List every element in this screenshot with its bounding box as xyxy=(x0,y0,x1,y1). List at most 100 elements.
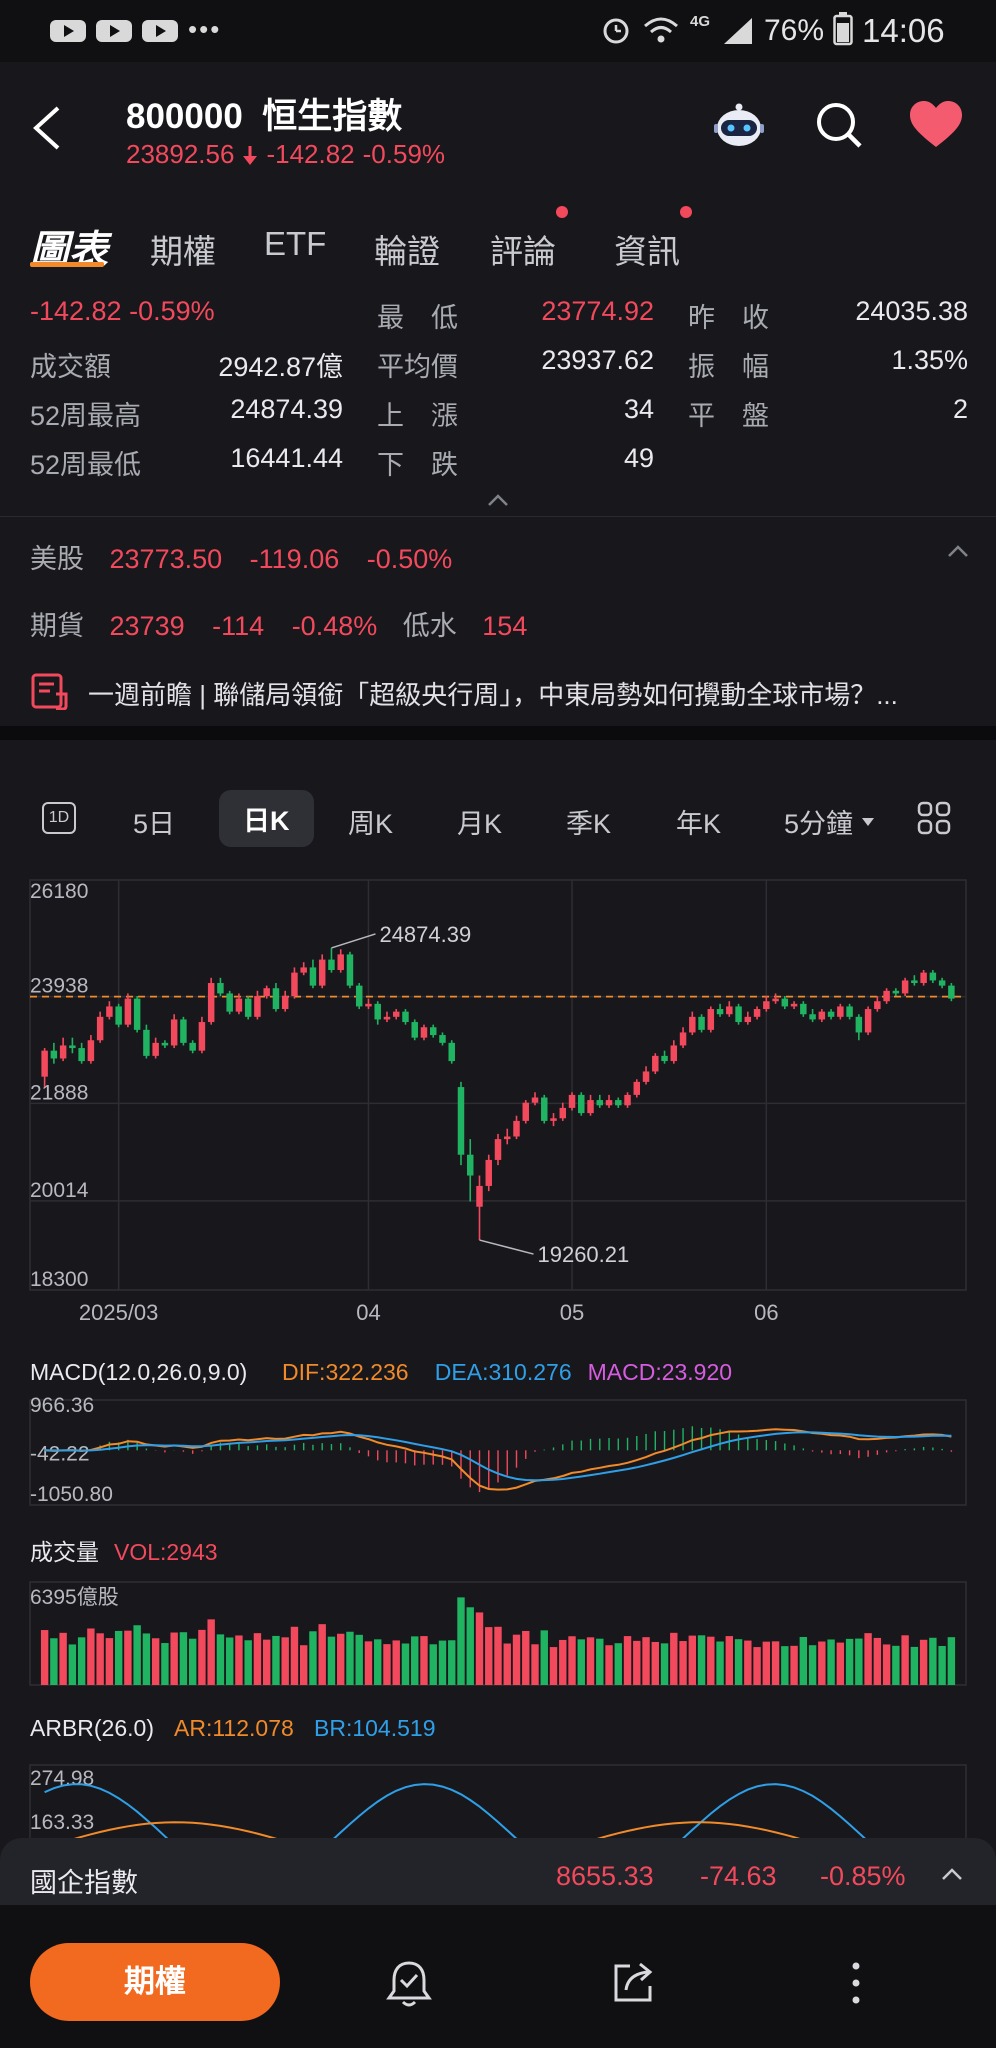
expand-chevron-icon[interactable] xyxy=(946,543,970,559)
search-icon[interactable] xyxy=(814,100,864,150)
options-button[interactable]: 期權 xyxy=(30,1943,280,2021)
candle-body xyxy=(152,1042,159,1056)
signal-icon xyxy=(724,18,752,44)
chart-panel[interactable]: 26180 23938 21888 20014 18300 2025/03 04 05 06 24… xyxy=(0,860,996,1905)
candle-body xyxy=(476,1185,483,1207)
volume-bar xyxy=(355,1634,363,1685)
y-tick-label: 6395億股 xyxy=(30,1586,119,1609)
index-bar-chevron-icon[interactable] xyxy=(940,1866,964,1882)
volume-bar xyxy=(337,1633,345,1685)
collapse-chevron-icon[interactable] xyxy=(486,492,510,508)
volume-bar xyxy=(448,1640,456,1685)
volume-bar xyxy=(179,1632,188,1685)
quote-change: -142.82 -0.59% xyxy=(30,296,215,326)
favorite-heart-icon[interactable] xyxy=(908,100,964,150)
tab-news[interactable]: 資訊 xyxy=(614,225,680,273)
tab-etf[interactable]: ETF xyxy=(264,225,326,263)
us-stock-row[interactable]: 美股 23773.50 -119.06 -0.50% xyxy=(30,537,452,576)
candle-body xyxy=(402,1011,409,1023)
candle-body xyxy=(328,959,335,971)
candle-body xyxy=(78,1048,85,1062)
candle-body xyxy=(467,1154,474,1176)
volume-bar xyxy=(744,1640,752,1685)
wifi-icon xyxy=(644,17,678,43)
volume-bar xyxy=(170,1632,178,1685)
volume-bar xyxy=(549,1647,558,1685)
candle-body xyxy=(337,954,344,971)
candle-body xyxy=(661,1055,668,1062)
index-bar-name: 國企指數 xyxy=(30,1868,138,1898)
volume-bar xyxy=(318,1624,326,1685)
period-1d[interactable]: 1D xyxy=(42,802,76,834)
more-options-icon[interactable] xyxy=(846,1958,866,2008)
volume-bar xyxy=(716,1641,724,1685)
volume-bar xyxy=(892,1645,900,1685)
volume-bar xyxy=(781,1646,789,1685)
volume-bar xyxy=(346,1631,354,1685)
candle-body xyxy=(578,1094,585,1114)
tab-options[interactable]: 期權 xyxy=(150,225,216,273)
volume-bar xyxy=(559,1639,567,1685)
volume-bar xyxy=(438,1640,447,1685)
quote-low-label: 最 低 xyxy=(377,303,458,333)
quote-label: 上 漲 xyxy=(377,401,458,431)
volume-bar xyxy=(392,1640,400,1685)
candle-body xyxy=(531,1097,539,1103)
candle-body xyxy=(716,1009,724,1015)
arbr-title: ARBR(26.0) xyxy=(30,1715,154,1741)
candle-body xyxy=(744,1016,752,1023)
candle-body xyxy=(180,1019,187,1043)
candle-body xyxy=(383,1016,391,1020)
news-headline[interactable]: 一週前瞻 | 聯儲局領銜「超級央行周」，中東局勢如何攪動全球市場？... xyxy=(88,675,968,712)
quote-label: 平均價 xyxy=(377,352,458,382)
period-yearly-k[interactable]: 年K xyxy=(676,802,721,841)
candle-body xyxy=(300,967,307,973)
volume-bar xyxy=(882,1644,891,1685)
candle-body xyxy=(291,972,298,997)
volume-bar xyxy=(253,1633,262,1685)
volume-bar xyxy=(475,1612,484,1685)
robot-assistant-icon[interactable] xyxy=(712,100,766,150)
x-tick-label: 05 xyxy=(560,1300,584,1325)
volume-bar xyxy=(679,1641,687,1685)
candle-body xyxy=(207,983,215,1023)
volume-bar xyxy=(50,1638,58,1685)
futures-label: 期貨 xyxy=(30,611,84,641)
us-stock-change: -119.06 xyxy=(249,544,340,574)
period-weekly-k[interactable]: 周K xyxy=(348,802,393,841)
futures-row[interactable]: 期貨 23739 -114 -0.48% 低水 154 xyxy=(30,604,527,643)
volume-bar xyxy=(59,1632,67,1685)
grid-layout-icon[interactable] xyxy=(916,800,952,836)
period-5day[interactable]: 5日 xyxy=(133,802,175,841)
futures-change: -114 xyxy=(212,611,265,641)
volume-bar xyxy=(68,1644,77,1685)
back-icon[interactable] xyxy=(28,104,64,152)
volume-bar xyxy=(947,1637,956,1685)
quote-value: 16441.44 xyxy=(230,443,343,473)
tab-warrants[interactable]: 輪證 xyxy=(374,225,440,273)
period-5min-dropdown[interactable]: 5分鐘 xyxy=(784,802,875,841)
candle-body xyxy=(429,1027,437,1036)
volume-bar xyxy=(688,1635,697,1685)
tab-comments[interactable]: 評論 xyxy=(490,225,556,273)
volume-bar xyxy=(808,1645,817,1685)
stock-code: 800000 xyxy=(126,97,243,136)
share-icon[interactable] xyxy=(610,1958,656,2006)
period-daily-k[interactable]: 日K xyxy=(219,790,314,847)
candle-body xyxy=(411,1022,418,1038)
divider xyxy=(0,516,996,517)
quote-value: 34 xyxy=(623,394,654,424)
price-alert-bell-icon[interactable] xyxy=(384,1958,434,2010)
status-bar: ••• 4G 76% 14:06 xyxy=(0,0,996,62)
macd-legend: MACD:23.920 xyxy=(588,1359,732,1385)
volume-bar xyxy=(235,1635,243,1685)
candle-body xyxy=(827,1011,835,1017)
quote-label: 振 幅 xyxy=(688,352,769,382)
volume-bar xyxy=(383,1644,391,1685)
volume-bar xyxy=(151,1638,160,1685)
period-monthly-k[interactable]: 月K xyxy=(457,802,502,841)
candle-body xyxy=(818,1011,826,1020)
candle-body xyxy=(522,1102,529,1121)
volume-bar xyxy=(734,1639,743,1685)
period-quarterly-k[interactable]: 季K xyxy=(566,802,611,841)
